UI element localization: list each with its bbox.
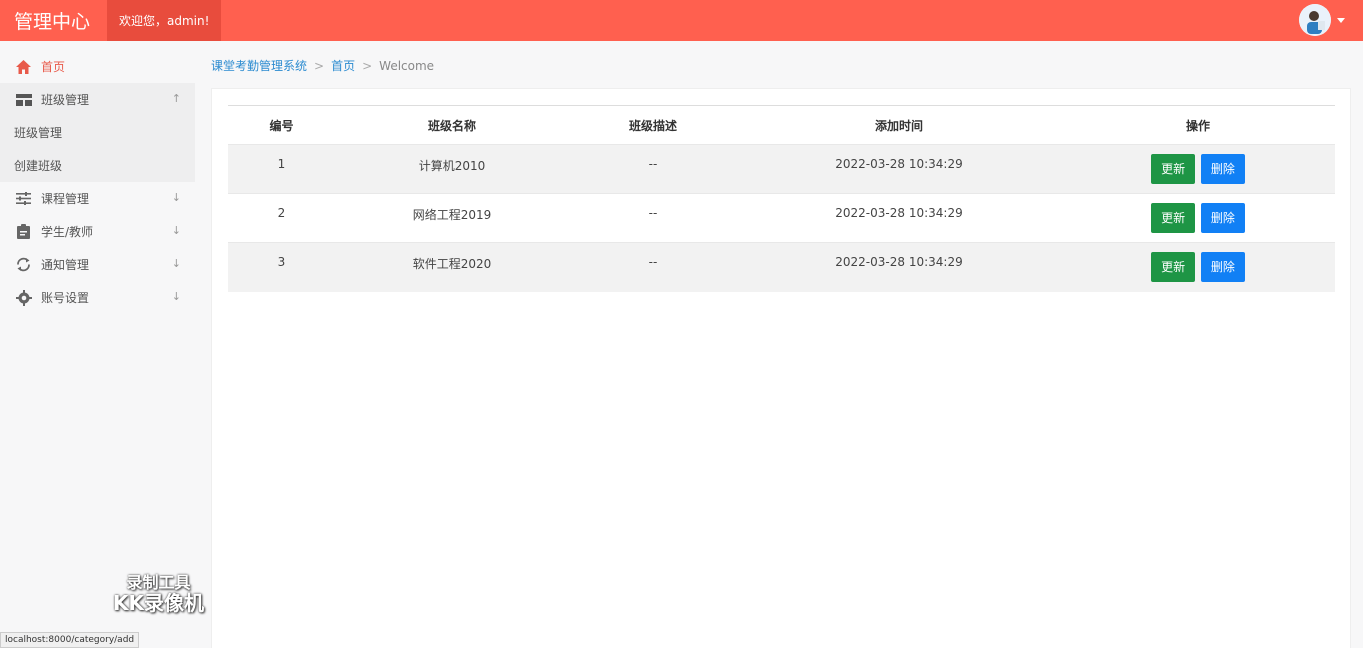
chevron-down-icon[interactable] (1337, 17, 1345, 23)
cell-description: -- (569, 193, 737, 243)
breadcrumb: 课堂考勤管理系统 > 首页 > Welcome (211, 57, 434, 74)
breadcrumb-current: Welcome (379, 58, 435, 73)
cell-name: 计算机2010 (335, 144, 569, 194)
gear-icon (15, 289, 32, 306)
table-header-row: 编号 班级名称 班级描述 添加时间 操作 (228, 106, 1335, 145)
sidebar-item-account-settings[interactable]: 账号设置 ↓ (0, 281, 195, 314)
sidebar-item-label: 学生/教师 (41, 225, 94, 239)
breadcrumb-separator: > (314, 58, 325, 73)
sidebar-item-class-management[interactable]: 班级管理 ↑ (0, 83, 195, 116)
arrow-down-icon[interactable]: ↓ (172, 290, 181, 303)
cell-name: 软件工程2020 (335, 242, 569, 292)
sidebar-item-label: 班级管理 (41, 93, 90, 107)
sliders-icon (15, 190, 32, 207)
column-header-id: 编号 (269, 118, 294, 133)
delete-button[interactable]: 删除 (1200, 154, 1245, 184)
delete-button[interactable]: 删除 (1200, 252, 1245, 282)
cell-id: 2 (228, 193, 335, 243)
table-row: 2 网络工程2019 -- 2022-03-28 10:34:29 更新 删除 (228, 193, 1335, 243)
sidebar-item-course-management[interactable]: 课程管理 ↓ (0, 182, 195, 215)
sidebar-item-label: 通知管理 (41, 258, 90, 272)
arrow-up-icon[interactable]: ↑ (172, 92, 181, 105)
sidebar-item-notice-management[interactable]: 通知管理 ↓ (0, 248, 195, 281)
column-header-actions: 操作 (1185, 118, 1210, 133)
sidebar-item-students-teachers[interactable]: 学生/教师 ↓ (0, 215, 195, 248)
cell-actions: 更新 删除 (1061, 193, 1335, 243)
user-menu[interactable] (1299, 4, 1345, 36)
column-header-name: 班级名称 (427, 118, 476, 133)
status-url: localhost:8000/category/add (0, 632, 140, 648)
table-row: 1 计算机2010 -- 2022-03-28 10:34:29 更新 删除 (228, 144, 1335, 194)
arrow-down-icon[interactable]: ↓ (172, 257, 181, 270)
submenu-item-create-class[interactable]: 创建班级 (0, 149, 195, 182)
top-header: 管理中心 欢迎您，admin! (0, 0, 1363, 41)
submenu-item-class-list[interactable]: 班级管理 (0, 116, 195, 149)
cell-actions: 更新 删除 (1061, 242, 1335, 292)
brand-title[interactable]: 管理中心 (0, 7, 107, 34)
cell-name: 网络工程2019 (335, 193, 569, 243)
clipboard-icon (15, 223, 32, 240)
watermark-line2: KK录像机 (113, 590, 204, 615)
column-header-description: 班级描述 (628, 118, 677, 133)
update-button[interactable]: 更新 (1151, 252, 1196, 282)
user-avatar-icon (1299, 4, 1331, 36)
update-button[interactable]: 更新 (1151, 203, 1196, 233)
breadcrumb-root-link[interactable]: 课堂考勤管理系统 (211, 57, 307, 74)
delete-button[interactable]: 删除 (1200, 203, 1245, 233)
cell-description: -- (569, 242, 737, 292)
cell-time: 2022-03-28 10:34:29 (737, 144, 1061, 194)
update-button[interactable]: 更新 (1151, 154, 1196, 184)
sidebar-item-home[interactable]: 首页 (0, 50, 195, 83)
cell-time: 2022-03-28 10:34:29 (737, 242, 1061, 292)
avatar[interactable] (1299, 4, 1331, 36)
recorder-watermark: 录制工具 KK录像机 (113, 574, 204, 614)
sidebar-item-label: 课程管理 (41, 192, 90, 206)
sidebar: 首页 班级管理 ↑ 班级管理 创建班级 课程管理 ↓ 学生/教师 ↓ 通知管理 … (0, 41, 210, 648)
class-table: 编号 班级名称 班级描述 添加时间 操作 1 计算机2010 -- 2022-0… (228, 105, 1335, 292)
cell-id: 1 (228, 144, 335, 194)
arrow-down-icon[interactable]: ↓ (172, 191, 181, 204)
cell-id: 3 (228, 242, 335, 292)
cell-actions: 更新 删除 (1061, 144, 1335, 194)
cell-description: -- (569, 144, 737, 194)
home-icon (15, 58, 32, 75)
column-header-time: 添加时间 (874, 118, 923, 133)
breadcrumb-home-link[interactable]: 首页 (331, 57, 355, 74)
table-row: 3 软件工程2020 -- 2022-03-28 10:34:29 更新 删除 (228, 242, 1335, 292)
breadcrumb-separator: > (362, 58, 373, 73)
submenu: 班级管理 创建班级 (0, 116, 195, 182)
sidebar-item-label: 账号设置 (41, 291, 90, 305)
arrow-down-icon[interactable]: ↓ (172, 224, 181, 237)
grid-icon (15, 91, 32, 108)
welcome-message: 欢迎您，admin! (107, 0, 222, 41)
watermark-line1: 录制工具 (126, 573, 191, 592)
cell-time: 2022-03-28 10:34:29 (737, 193, 1061, 243)
refresh-icon (15, 256, 32, 273)
content-panel: 编号 班级名称 班级描述 添加时间 操作 1 计算机2010 -- 2022-0… (211, 88, 1351, 648)
sidebar-item-label: 首页 (41, 60, 66, 74)
